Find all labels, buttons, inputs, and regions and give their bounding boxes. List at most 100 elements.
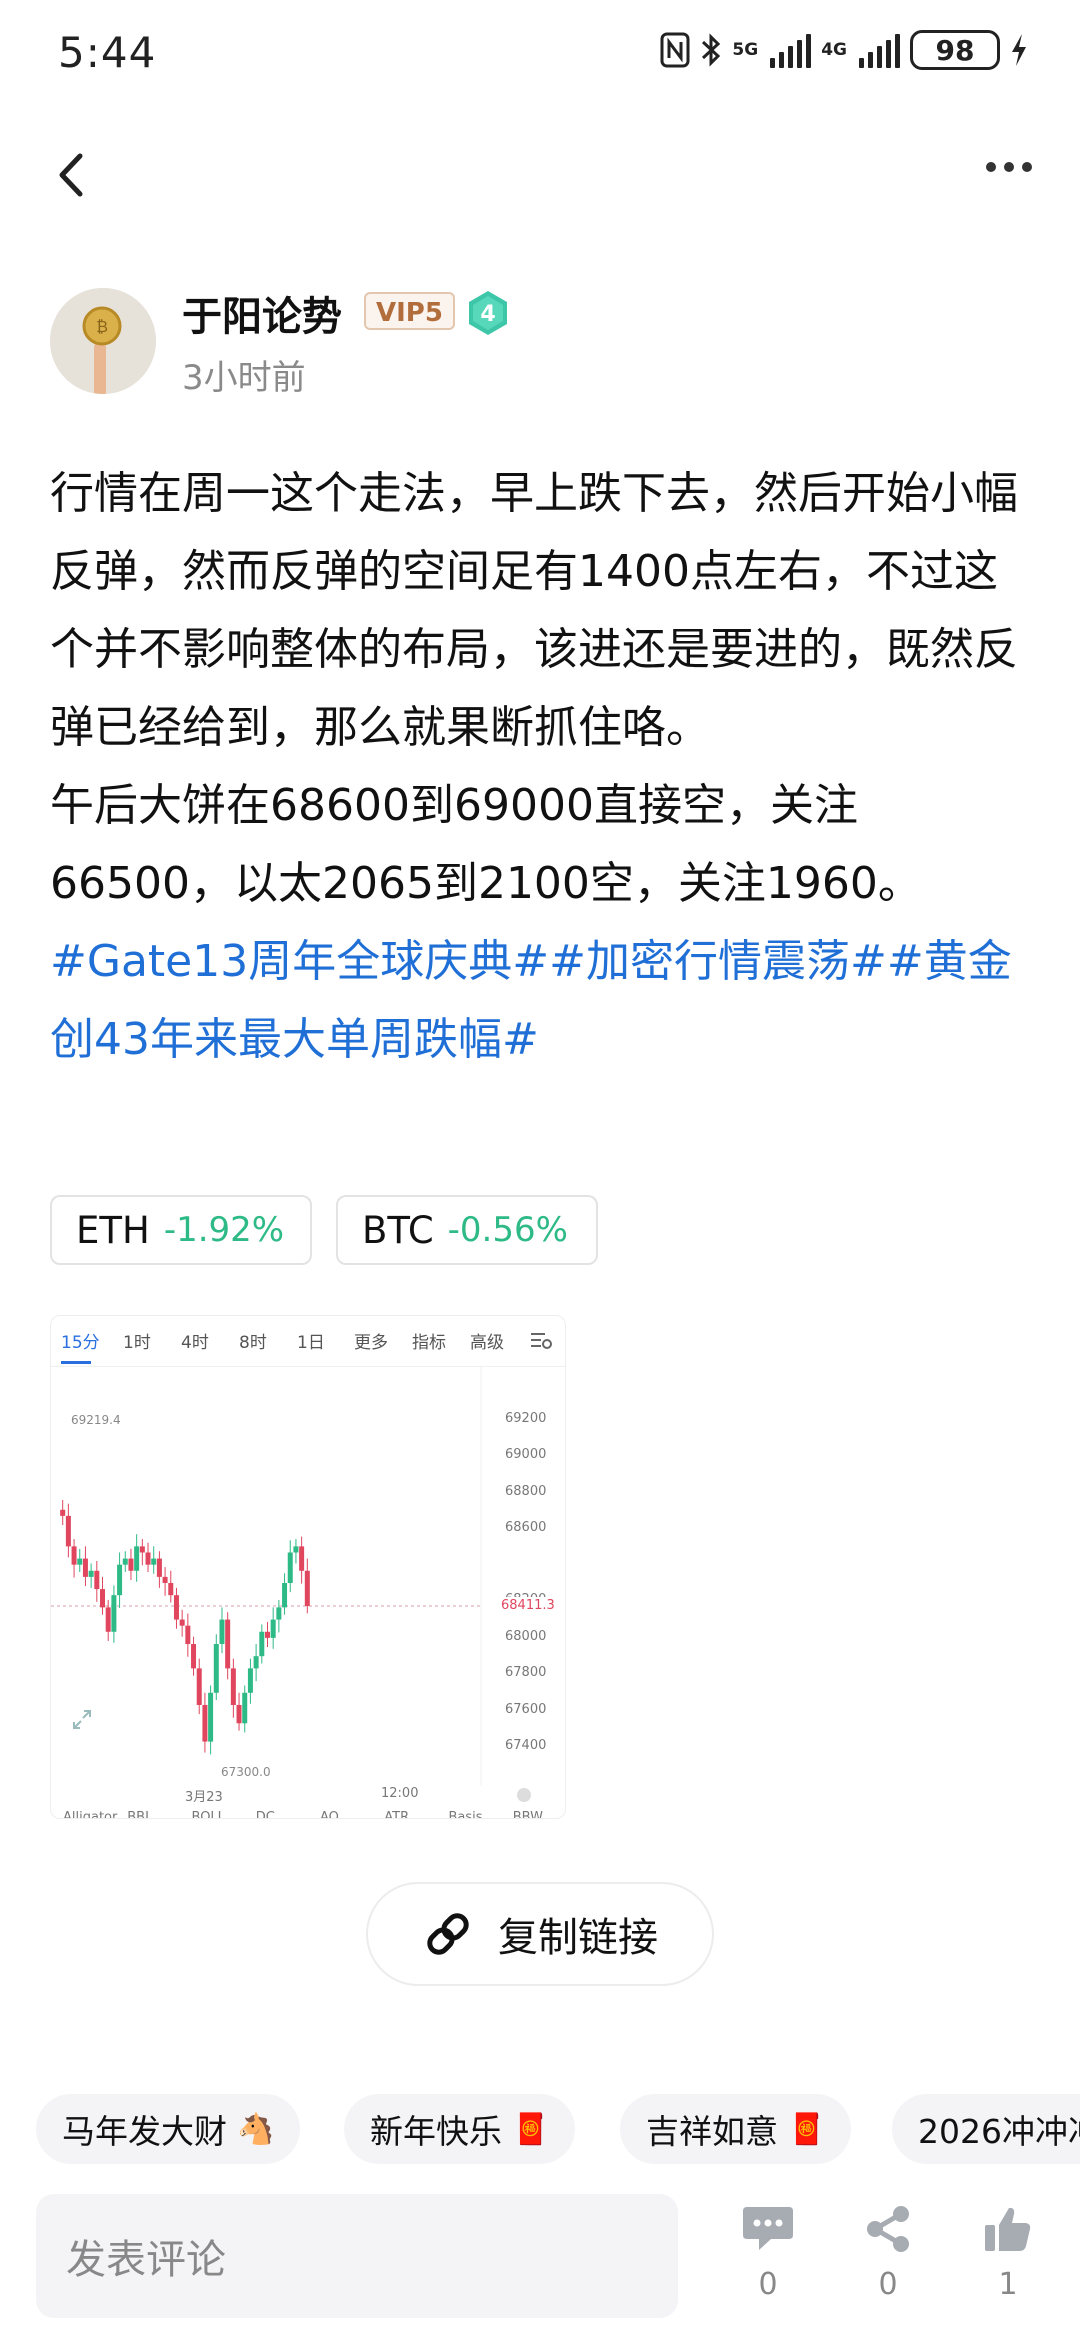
- ticker-eth[interactable]: ETH -1.92%: [50, 1195, 312, 1265]
- battery-level: 98: [935, 33, 975, 67]
- comment-input[interactable]: 发表评论: [36, 2194, 678, 2318]
- level-badge: 4: [469, 291, 507, 335]
- nfc-icon: [660, 32, 690, 68]
- comment-icon: [743, 2207, 793, 2250]
- vip-badge: VIP5: [364, 292, 455, 330]
- copy-link-button[interactable]: 复制链接: [366, 1882, 714, 1986]
- charging-icon: [1012, 34, 1026, 66]
- comment-placeholder: 发表评论: [66, 2237, 226, 2283]
- quick-reply-chip[interactable]: 吉祥如意 🧧: [620, 2094, 852, 2164]
- active-tab-underline: [61, 1361, 91, 1364]
- indicator-label: BBI: [127, 1810, 149, 1819]
- avatar[interactable]: ₿: [50, 288, 156, 394]
- like-button[interactable]: 1: [968, 2205, 1048, 2302]
- chart-tabs: 15分 1时 4时 8时 1日 更多 指标 高级: [51, 1316, 565, 1367]
- candle-body: [264, 1631, 270, 1638]
- candle-body: [139, 1546, 145, 1553]
- quick-reply-chip[interactable]: 马年发大财 🐴: [36, 2094, 301, 2164]
- candle-body: [94, 1570, 100, 1590]
- candle-body: [128, 1558, 134, 1571]
- ticker-btc[interactable]: BTC -0.56%: [336, 1195, 598, 1265]
- post-time: 3小时前: [182, 358, 306, 398]
- candle-body: [185, 1625, 191, 1644]
- level-number: 4: [480, 302, 495, 327]
- chart-tab: 4时: [181, 1333, 209, 1353]
- chart-tab: 指标: [412, 1333, 446, 1353]
- chart-tab: 高级: [470, 1333, 504, 1353]
- candle-body: [247, 1668, 253, 1693]
- post-paragraph: 行情在周一这个走法，早上跌下去，然后开始小幅反弹，然而反弹的空间足有1400点左…: [50, 468, 1018, 753]
- high-price-label: 69219.4: [71, 1413, 121, 1427]
- quick-reply-chip[interactable]: 新年快乐 🧧: [344, 2094, 576, 2164]
- link-icon: [427, 1913, 469, 1955]
- candle-body: [111, 1595, 117, 1632]
- indicator-label: DC: [255, 1810, 275, 1819]
- candle-body: [236, 1704, 242, 1724]
- thumbs-up-icon: [985, 2207, 1031, 2251]
- chart-tab: 1日: [297, 1333, 325, 1353]
- y-axis-tick: 67800: [505, 1665, 547, 1680]
- y-axis-tick: 68600: [505, 1520, 547, 1535]
- candle-body: [134, 1546, 140, 1571]
- chart-settings-icon: [531, 1333, 552, 1349]
- copy-link-label: 复制链接: [498, 1915, 658, 1961]
- post-paragraph: 午后大饼在68600到69000直接空，关注66500，以太2065到2100空…: [50, 780, 922, 909]
- candle-body: [145, 1552, 151, 1565]
- indicator-label: BOLL: [191, 1810, 225, 1819]
- post-hashtags[interactable]: #Gate13周年全球庆典##加密行情震荡##黄金创43年来最大单周跌幅#: [50, 923, 1040, 1079]
- candle-body: [82, 1558, 88, 1577]
- signal-icon: [859, 32, 900, 68]
- chip-label: 2026冲冲冲: [918, 2112, 1080, 2151]
- candle-body: [196, 1668, 202, 1705]
- more-options-button[interactable]: [986, 162, 1032, 172]
- indicator-label: BBW: [512, 1810, 543, 1819]
- network-4g-label: 4G: [821, 39, 847, 60]
- ticker-change: -0.56%: [447, 1210, 568, 1250]
- bluetooth-icon: [702, 33, 721, 67]
- red-envelope-emoji-icon: 🧧: [512, 2111, 550, 2147]
- candle-body: [168, 1582, 174, 1596]
- candle-body: [117, 1564, 123, 1596]
- status-icons: 5G 4G 98: [660, 30, 1028, 70]
- ticker-symbol: BTC: [362, 1208, 434, 1252]
- y-axis-tick: 69200: [505, 1411, 547, 1426]
- red-envelope-emoji-icon: 🧧: [788, 2111, 826, 2147]
- indicator-label: Basis: [448, 1810, 483, 1819]
- candle-body: [105, 1607, 111, 1632]
- candle-body: [151, 1558, 157, 1565]
- candle-body: [77, 1558, 83, 1565]
- candle-body: [208, 1692, 214, 1742]
- chip-label: 吉祥如意: [646, 2112, 778, 2151]
- candle-body: [225, 1619, 231, 1669]
- battery-icon: 98: [910, 30, 1000, 70]
- candle-body: [156, 1558, 162, 1577]
- candle-body: [71, 1546, 77, 1565]
- y-axis-tick: 68800: [505, 1484, 547, 1499]
- ticker-change: -1.92%: [163, 1210, 285, 1250]
- author-name[interactable]: 于阳论势: [182, 284, 342, 342]
- like-count: 1: [998, 2267, 1018, 2302]
- back-button[interactable]: [52, 150, 92, 200]
- candle-body: [299, 1546, 305, 1571]
- horse-emoji-icon: 🐴: [237, 2111, 275, 2147]
- post-content: 行情在周一这个走法，早上跌下去，然后开始小幅反弹，然而反弹的空间足有1400点左…: [50, 455, 1040, 1079]
- quick-reply-chip[interactable]: 2026冲冲冲: [892, 2094, 1080, 2164]
- candle-body: [60, 1509, 66, 1516]
- chip-label: 新年快乐: [370, 2112, 502, 2151]
- candle-body: [282, 1582, 288, 1608]
- y-axis-tick: 68000: [505, 1629, 547, 1644]
- chart-image[interactable]: 15分 1时 4时 8时 1日 更多 指标 高级 69200 69000 688…: [50, 1315, 566, 1819]
- signal-icon: [770, 32, 812, 68]
- comment-button[interactable]: 0: [728, 2205, 808, 2302]
- candle-body: [65, 1515, 71, 1547]
- ticker-symbol: ETH: [76, 1208, 150, 1252]
- candle-body: [173, 1595, 179, 1620]
- share-button[interactable]: 0: [848, 2205, 928, 2302]
- candle-body: [270, 1619, 276, 1638]
- candle-body: [293, 1546, 299, 1553]
- candle-body: [191, 1643, 197, 1669]
- candle-body: [213, 1643, 219, 1693]
- candle-body: [304, 1570, 310, 1607]
- candle-body: [259, 1631, 265, 1657]
- y-axis-tick: 67400: [505, 1738, 547, 1753]
